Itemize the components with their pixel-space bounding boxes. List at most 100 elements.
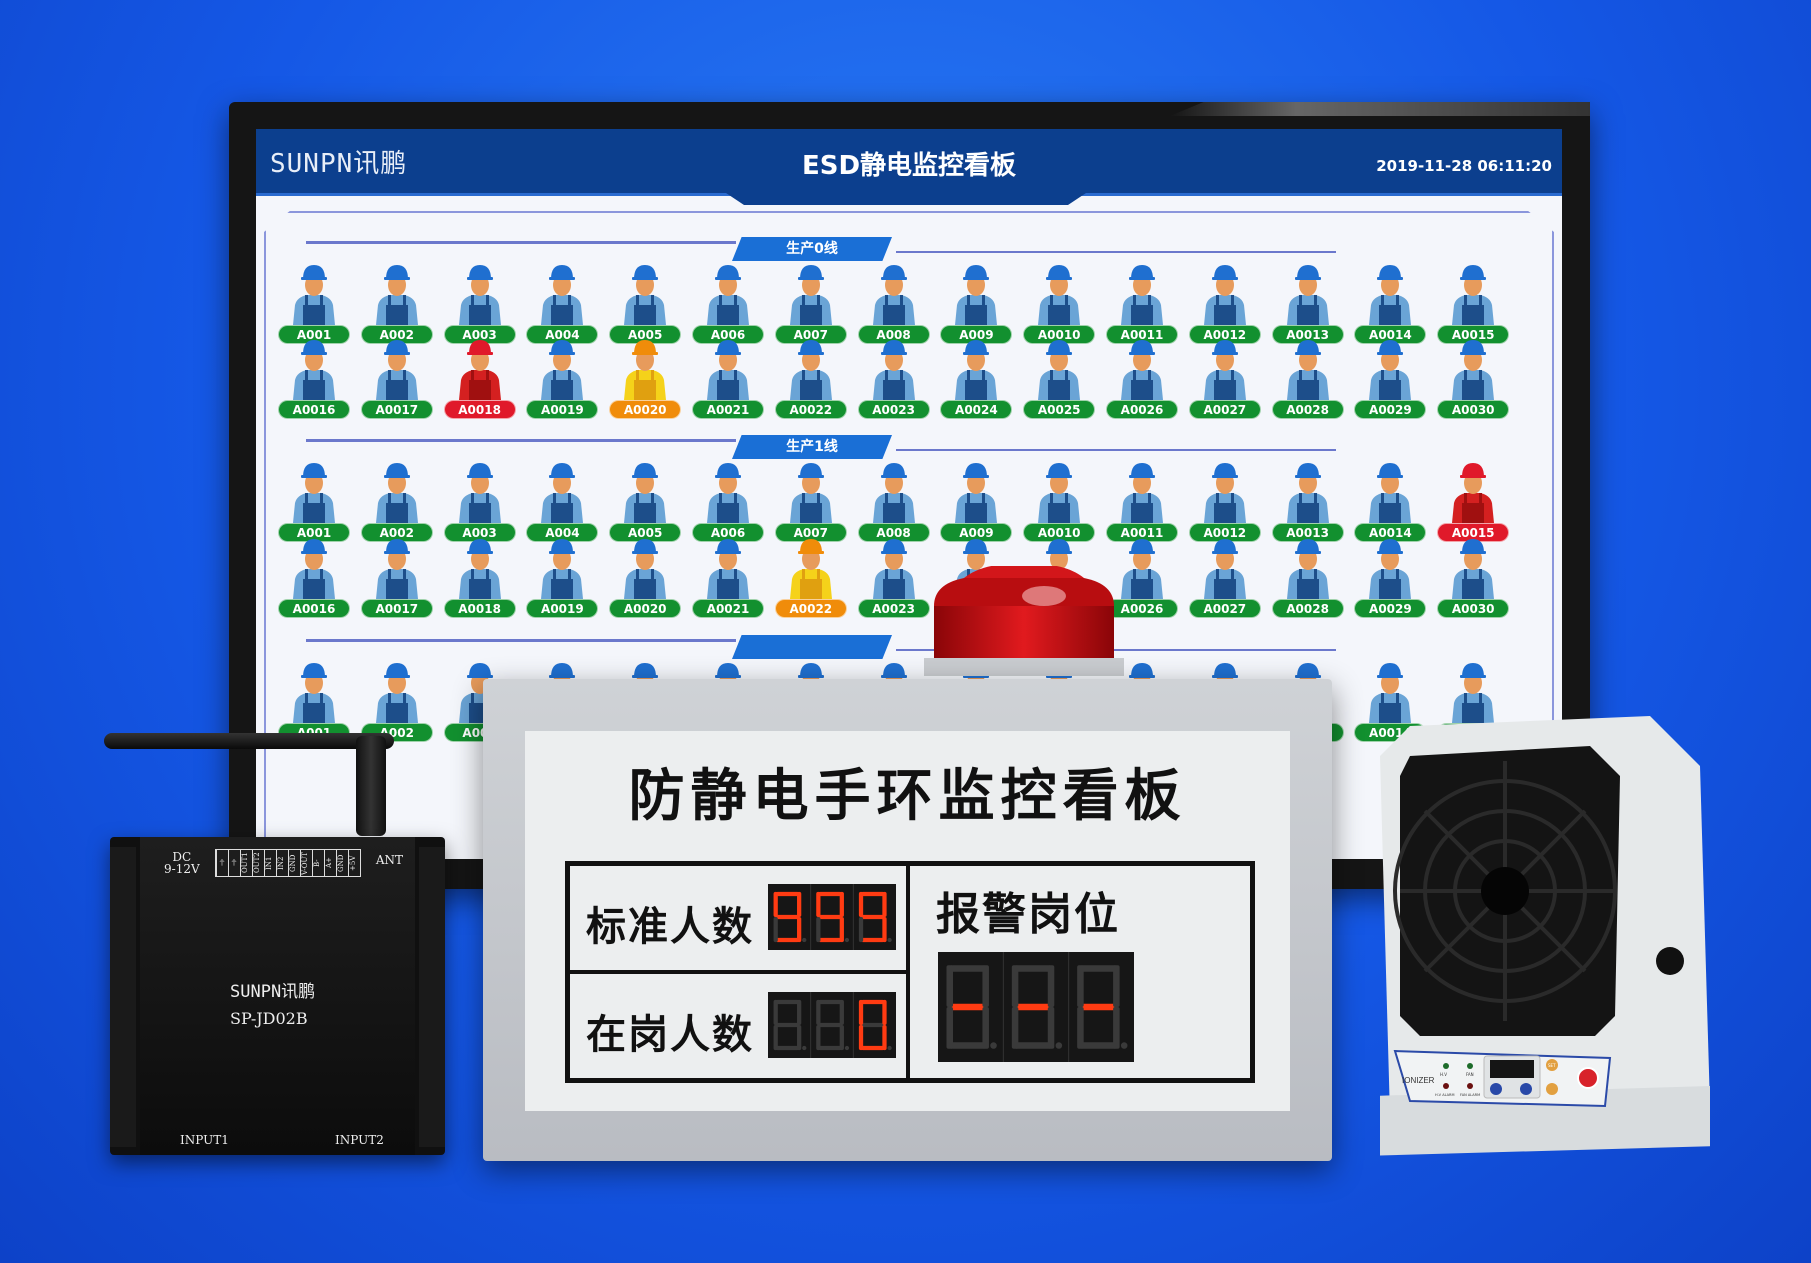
worker-station[interactable]: A0029 [1352,336,1428,419]
worker-station[interactable]: A001 [276,459,352,542]
worker-station[interactable]: A0011 [1104,459,1180,542]
worker-station[interactable]: A0011 [1104,261,1180,344]
worker-station[interactable]: A005 [607,459,683,542]
worker-station[interactable]: A002 [359,659,435,742]
worker-station[interactable]: A008 [856,459,932,542]
ionizer-display [1490,1060,1534,1078]
worker-icon [789,265,832,325]
worker-station[interactable]: A0021 [690,535,766,618]
worker-station[interactable]: A0013 [1270,261,1346,344]
worker-icon [1452,539,1495,599]
segment [1113,965,1120,1007]
worker-station[interactable]: A0026 [1104,336,1180,419]
worker-station[interactable]: A0016 [276,336,352,419]
worker-station[interactable]: A004 [524,459,600,542]
controller-logo: SUNPN讯鹏 [230,982,316,1002]
worker-station[interactable]: A0012 [1187,261,1263,344]
worker-station[interactable]: A0014 [1352,459,1428,542]
left-button[interactable] [1490,1083,1502,1095]
worker-icon [955,463,998,523]
right-button[interactable] [1520,1083,1532,1095]
worker-id-badge: A0023 [857,599,930,618]
worker-station[interactable]: A0018 [442,336,518,419]
worker-station[interactable]: A002 [359,459,435,542]
worker-icon [541,463,584,523]
worker-station[interactable]: A009 [938,459,1014,542]
worker-id-badge: A0022 [774,400,847,419]
worker-station[interactable]: A0021 [690,336,766,419]
worker-station[interactable]: A0018 [442,535,518,618]
mount-ear [419,847,445,1147]
worker-station[interactable]: A008 [856,261,932,344]
worker-icon [624,539,667,599]
power-button[interactable] [1577,1067,1599,1089]
worker-station[interactable]: A0020 [607,336,683,419]
worker-id-badge: A0018 [443,400,516,419]
segment [818,891,842,897]
input1-label: INPUT1 [180,1133,229,1147]
worker-station[interactable]: A0013 [1270,459,1346,542]
worker-icon [1038,265,1081,325]
segment [858,917,864,943]
worker-id-badge: A0030 [1437,400,1510,419]
segment [818,1045,842,1051]
worker-station[interactable]: A0024 [938,336,1014,419]
voltage-label: 9-12V [164,862,200,876]
worker-station[interactable]: A0010 [1021,261,1097,344]
worker-station[interactable]: A0028 [1270,535,1346,618]
worker-icon [707,463,749,523]
onduty-count-cell: 在岗人数 [568,972,908,1080]
worker-station[interactable]: A007 [773,261,849,344]
segment [982,965,989,1007]
worker-station[interactable]: A0010 [1021,459,1097,542]
worker-station[interactable]: A0028 [1270,336,1346,419]
segment [949,965,986,972]
worker-station[interactable]: A0015 [1435,459,1511,542]
worker-station[interactable]: A0030 [1435,336,1511,419]
worker-station[interactable]: A007 [773,459,849,542]
standard-count-display [768,884,896,950]
worker-station[interactable]: A0015 [1435,261,1511,344]
worker-station[interactable]: A0019 [524,535,600,618]
worker-station[interactable]: A005 [607,261,683,344]
segment [816,917,821,943]
worker-id-badge: A0019 [526,599,599,618]
worker-station[interactable]: A004 [524,261,600,344]
worker-icon [1286,340,1329,400]
worker-icon [1121,539,1163,599]
worker-station[interactable]: A0020 [607,535,683,618]
worker-station[interactable]: A0012 [1187,459,1263,542]
worker-station[interactable]: A0027 [1187,336,1263,419]
worker-station[interactable]: A0030 [1435,535,1511,618]
worker-station[interactable]: A002 [359,261,435,344]
worker-station[interactable]: A0023 [856,336,932,419]
ant-label: ANT [375,853,403,867]
worker-station[interactable]: A0027 [1187,535,1263,618]
worker-station[interactable]: A0022 [773,336,849,419]
worker-icon [1369,663,1412,723]
worker-station[interactable]: A006 [690,261,766,344]
worker-station[interactable]: A0029 [1352,535,1428,618]
worker-station[interactable]: A0017 [359,535,435,618]
worker-station[interactable]: A001 [276,261,352,344]
worker-station[interactable]: A0017 [359,336,435,419]
worker-station[interactable]: A0023 [856,535,932,618]
board-face: 防静电手环监控看板 标准人数 在岗人数 报警岗位 [525,731,1290,1111]
worker-station[interactable]: A009 [938,261,1014,344]
input2-label: INPUT2 [335,1133,384,1147]
worker-station[interactable]: A0016 [276,535,352,618]
mode-button[interactable] [1546,1083,1558,1095]
section-divider [306,639,736,642]
worker-station[interactable]: A003 [442,261,518,344]
worker-station[interactable]: A0022 [773,535,849,618]
segment [946,965,954,1007]
set-label: SET [1548,1063,1556,1068]
worker-id-badge: A0029 [1354,400,1427,419]
worker-station[interactable]: A0019 [524,336,600,419]
worker-station[interactable]: A006 [690,459,766,542]
worker-id-badge: A0030 [1437,599,1510,618]
worker-station[interactable]: A003 [442,459,518,542]
worker-station[interactable]: A001 [276,659,352,742]
worker-station[interactable]: A0025 [1021,336,1097,419]
worker-station[interactable]: A0014 [1352,261,1428,344]
